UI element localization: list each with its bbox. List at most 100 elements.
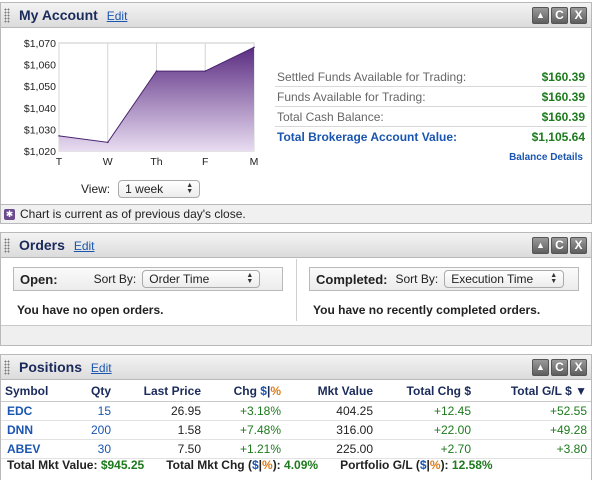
- completed-sort-value: Execution Time: [451, 272, 534, 286]
- open-sort-select[interactable]: Order Time ▲ ▼: [142, 270, 261, 288]
- refresh-icon[interactable]: C: [551, 359, 568, 376]
- edit-link[interactable]: Edit: [74, 239, 95, 253]
- select-arrows-icon: ▲ ▼: [550, 272, 558, 285]
- panel-header: My Account Edit ▲ C X: [1, 3, 591, 28]
- y-tick-label: $1,070: [24, 38, 56, 50]
- drag-handle-icon[interactable]: [4, 8, 10, 23]
- symbol-link[interactable]: DNN: [1, 420, 71, 440]
- total-gl-value: +49.28: [475, 420, 591, 440]
- chg-value: +7.48%: [205, 420, 285, 440]
- refresh-icon[interactable]: C: [551, 237, 568, 254]
- col-symbol[interactable]: Symbol: [1, 381, 71, 402]
- positions-summary: Total Mkt Value: $945.25 Total Mkt Chg (…: [7, 458, 493, 472]
- symbol-link[interactable]: ABEV: [1, 439, 71, 459]
- collapse-icon[interactable]: ▲: [532, 7, 549, 24]
- balance-row-total: Total Brokerage Account Value: $1,105.64: [275, 127, 587, 147]
- mkt-value: 225.00: [285, 439, 377, 459]
- last-price: 1.58: [115, 420, 205, 440]
- collapse-icon[interactable]: ▲: [532, 359, 549, 376]
- info-icon: ✱: [4, 208, 15, 220]
- col-total-gl[interactable]: Total G/L $ ▼: [475, 381, 591, 402]
- balance-row: Settled Funds Available for Trading: $16…: [275, 67, 587, 87]
- panel-title: My Account Edit: [19, 7, 127, 23]
- close-icon[interactable]: X: [570, 359, 587, 376]
- total-chg-value: +22.00: [377, 420, 475, 440]
- collapse-icon[interactable]: ▲: [532, 237, 549, 254]
- account-value-chart: $1,070 $1,060 $1,050 $1,040 $1,030 $1,020 T W Th…: [1, 31, 271, 171]
- select-arrows-icon: ▲ ▼: [246, 272, 254, 285]
- chg-value: +1.21%: [205, 439, 285, 459]
- table-row: EDC 15 26.95 +3.18% 404.25 +12.45 +52.55: [1, 401, 591, 421]
- last-price: 7.50: [115, 439, 205, 459]
- total-gl-value: +3.80: [475, 439, 591, 459]
- summary-label: Total Mkt Chg (: [166, 458, 252, 472]
- percent-toggle[interactable]: %: [430, 458, 441, 472]
- y-tick-label: $1,030: [24, 124, 56, 136]
- total-account-value-link[interactable]: Total Brokerage Account Value:: [277, 130, 457, 144]
- drag-handle-icon[interactable]: [4, 360, 10, 375]
- percent-toggle[interactable]: %: [262, 458, 273, 472]
- qty-link[interactable]: 200: [71, 420, 115, 440]
- chg-percent-toggle[interactable]: %: [270, 384, 281, 398]
- dollar-toggle[interactable]: $: [420, 458, 427, 472]
- mkt-value: 404.25: [285, 401, 377, 421]
- balance-label: Total Cash Balance:: [277, 109, 384, 124]
- qty-link[interactable]: 30: [71, 439, 115, 459]
- completed-orders-message: You have no recently completed orders.: [313, 303, 541, 317]
- summary-value: 4.09%: [284, 458, 319, 472]
- panel-controls: ▲ C X: [532, 237, 587, 254]
- balance-value: $160.39: [541, 69, 585, 84]
- col-total-chg[interactable]: Total Chg $: [377, 381, 475, 402]
- dollar-toggle[interactable]: $: [252, 458, 259, 472]
- positions-panel: Positions Edit ▲ C X Symbol Qty Last Pri…: [0, 354, 592, 480]
- completed-sort-label: Sort By:: [395, 272, 439, 286]
- chg-dollar-toggle[interactable]: $: [260, 384, 267, 398]
- table-header-row: Symbol Qty Last Price Chg $|% Mkt Value …: [1, 381, 591, 402]
- my-account-panel: My Account Edit ▲ C X $1,070 $1,060 $1,050…: [0, 2, 592, 224]
- qty-link[interactable]: 15: [71, 401, 115, 421]
- x-tick-label: F: [202, 156, 208, 168]
- completed-sort-select[interactable]: Execution Time ▲ ▼: [444, 270, 565, 288]
- account-title: My Account: [19, 7, 98, 23]
- chg-value: +3.18%: [205, 401, 285, 421]
- col-mkt-value[interactable]: Mkt Value: [285, 381, 377, 402]
- edit-link[interactable]: Edit: [107, 9, 128, 23]
- summary-value: 12.58%: [451, 458, 493, 472]
- balance-value: $1,105.64: [531, 130, 585, 144]
- total-chg-value: +12.45: [377, 401, 475, 421]
- symbol-link[interactable]: EDC: [1, 401, 71, 421]
- summary-label: Total Mkt Value:: [7, 458, 98, 472]
- panel-controls: ▲ C X: [532, 359, 587, 376]
- data-point: [204, 70, 207, 72]
- panel-header: Positions Edit ▲ C X: [1, 355, 591, 380]
- balance-details-link[interactable]: Balance Details: [509, 152, 583, 163]
- total-gl-value: +52.55: [475, 401, 591, 421]
- balance-row: Funds Available for Trading: $160.39: [275, 87, 587, 107]
- close-icon[interactable]: X: [570, 237, 587, 254]
- mkt-value: 316.00: [285, 420, 377, 440]
- chart-svg: $1,070 $1,060 $1,050 $1,040 $1,030 $1,020T W Th…: [24, 38, 259, 168]
- x-tick-label: Th: [150, 156, 162, 168]
- refresh-icon[interactable]: C: [551, 7, 568, 24]
- x-tick-label: T: [56, 156, 63, 168]
- view-select[interactable]: 1 week ▲ ▼: [118, 180, 201, 198]
- close-paren: ):: [440, 458, 449, 472]
- select-arrows-icon: ▲ ▼: [186, 182, 194, 195]
- orders-body: Open: Sort By: Order Time ▲ ▼ You have no…: [1, 259, 591, 321]
- positions-table: Symbol Qty Last Price Chg $|% Mkt Value …: [1, 381, 591, 459]
- table-row: ABEV 30 7.50 +1.21% 225.00 +2.70 +3.80: [1, 439, 591, 459]
- positions-title: Positions: [19, 359, 83, 375]
- col-last-price[interactable]: Last Price: [115, 381, 205, 402]
- drag-handle-icon[interactable]: [4, 238, 10, 253]
- col-qty[interactable]: Qty: [71, 381, 115, 402]
- total-mkt-chg: Total Mkt Chg ($|%): 4.09%: [166, 458, 318, 472]
- edit-link[interactable]: Edit: [91, 361, 112, 375]
- open-sort-value: Order Time: [149, 272, 210, 286]
- col-chg[interactable]: Chg $|%: [205, 381, 285, 402]
- portfolio-gl: Portfolio G/L ($|%): 12.58%: [340, 458, 493, 472]
- orders-title: Orders: [19, 237, 65, 253]
- balance-table: Settled Funds Available for Trading: $16…: [275, 67, 587, 147]
- panel-controls: ▲ C X: [532, 7, 587, 24]
- data-point: [155, 70, 158, 72]
- close-icon[interactable]: X: [570, 7, 587, 24]
